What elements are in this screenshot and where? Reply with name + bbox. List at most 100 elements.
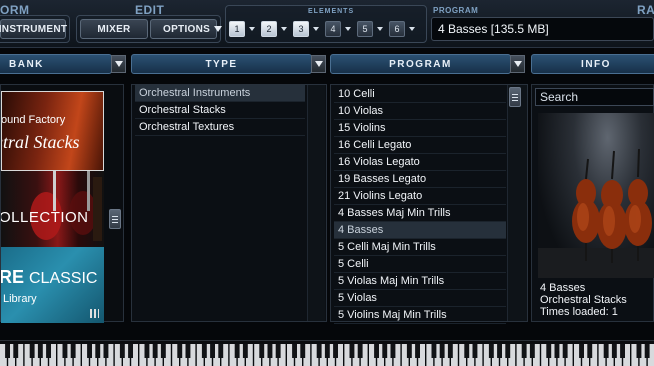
black-key — [529, 344, 535, 358]
program-list: 10 Celli 10 Violas 15 Violins 16 Celli Lega… — [334, 86, 506, 324]
black-key — [579, 344, 584, 358]
program-list-item[interactable]: 5 Violas — [334, 290, 506, 307]
bank-tile-title: OLLECTION — [1, 209, 89, 226]
program-list-item[interactable]: 5 Celli Maj Min Trills — [334, 239, 506, 256]
program-list-item[interactable]: 21 Violins Legato — [334, 188, 506, 205]
black-key — [185, 344, 191, 358]
options-button[interactable]: OPTIONS — [150, 19, 223, 39]
black-key — [234, 344, 240, 358]
type-list-item[interactable]: Orchestral Stacks — [135, 102, 305, 119]
black-key — [218, 344, 224, 358]
type-scrollbar-track[interactable] — [307, 85, 325, 321]
black-key — [87, 344, 92, 358]
program-list-item[interactable]: 4 Basses Maj Min Trills — [334, 205, 506, 222]
program-list-item[interactable]: 5 Celli — [334, 256, 506, 273]
black-key — [620, 344, 625, 358]
element-button-3[interactable]: 3 — [293, 21, 309, 37]
black-key — [46, 344, 51, 358]
black-key — [103, 344, 109, 358]
program-list-item[interactable]: 16 Violas Legato — [334, 154, 506, 171]
element-button-6[interactable]: 6 — [389, 21, 405, 37]
bank-tile-orchestral-stacks[interactable]: ound Factory stral Stacks — [1, 91, 104, 171]
type-dropdown-button[interactable] — [311, 55, 326, 73]
bank-tile-subtitle: stral Stacks — [1, 132, 80, 152]
options-label: OPTIONS — [163, 23, 211, 35]
element-button-5[interactable]: 5 — [357, 21, 373, 37]
program-list-item[interactable]: 15 Violins — [334, 120, 506, 137]
black-key — [152, 344, 158, 358]
black-key — [324, 344, 330, 358]
black-key — [201, 344, 207, 358]
piano-keys-icon[interactable] — [0, 341, 654, 366]
info-program-name: 4 Basses — [540, 282, 586, 294]
type-list-item[interactable]: Orchestral Textures — [135, 119, 305, 136]
element-dropdown-arrow-icon[interactable] — [345, 27, 351, 31]
program-group-label: PROGRAM — [433, 6, 479, 15]
keyboard-strip[interactable] — [0, 340, 654, 366]
black-key — [210, 344, 215, 358]
element-dropdown-arrow-icon[interactable] — [249, 27, 255, 31]
chevron-down-icon — [513, 61, 522, 67]
element-dropdown-arrow-icon[interactable] — [377, 27, 383, 31]
program-list-item[interactable]: 5 Violas Maj Min Trills — [334, 273, 506, 290]
black-key — [70, 344, 76, 358]
program-list-item[interactable]: 19 Basses Legato — [334, 171, 506, 188]
black-key — [300, 344, 306, 358]
program-display[interactable]: 4 Basses [135.5 MB] — [431, 17, 654, 41]
program-dropdown-button[interactable] — [510, 55, 525, 73]
info-column-header: INFO — [531, 54, 654, 74]
black-key — [292, 344, 297, 358]
program-scrollbar-track[interactable] — [507, 85, 527, 321]
instrument-button[interactable]: INSTRUMENT — [0, 19, 67, 39]
black-key — [472, 344, 478, 358]
info-program-category: Orchestral Stacks — [540, 294, 627, 306]
black-key — [13, 344, 19, 358]
bank-scrollbar-thumb[interactable] — [109, 209, 121, 229]
black-key — [357, 344, 363, 358]
mixer-button[interactable]: MIXER — [80, 19, 148, 39]
program-list-item[interactable]: 5 Violins Maj Min Trills — [334, 307, 506, 324]
black-key — [464, 344, 470, 358]
black-key — [95, 344, 101, 358]
type-column-header: TYPE — [131, 54, 312, 74]
search-input[interactable]: Search — [535, 88, 654, 106]
grid-icon — [90, 309, 99, 318]
element-button-1[interactable]: 1 — [229, 21, 245, 37]
black-key — [128, 344, 133, 358]
element-dropdown-arrow-icon[interactable] — [313, 27, 319, 31]
black-key — [177, 344, 183, 358]
bank-dropdown-button[interactable] — [111, 55, 126, 73]
element-button-2[interactable]: 2 — [261, 21, 277, 37]
element-dropdown-arrow-icon[interactable] — [409, 27, 415, 31]
program-panel: 10 Celli 10 Violas 15 Violins 16 Celli Lega… — [330, 84, 528, 324]
type-list: Orchestral Instruments Orchestral Stacks O… — [135, 85, 305, 136]
elements-group-label: ELEMENTS — [308, 8, 355, 15]
element-dropdown-arrow-icon[interactable] — [281, 27, 287, 31]
program-scrollbar-thumb[interactable] — [509, 87, 521, 107]
program-list-item[interactable]: 10 Celli — [334, 86, 506, 103]
program-list-item[interactable]: 16 Celli Legato — [334, 137, 506, 154]
element-button-4[interactable]: 4 — [325, 21, 341, 37]
black-key — [275, 344, 281, 358]
black-key — [267, 344, 273, 358]
black-key — [636, 344, 642, 358]
black-key — [488, 344, 494, 358]
bank-tile-title-suffix: CLASSIC — [29, 270, 98, 287]
bank-tile-title: RE — [1, 267, 25, 287]
program-list-item[interactable]: 10 Violas — [334, 103, 506, 120]
type-list-item[interactable]: Orchestral Instruments — [135, 85, 305, 102]
black-key — [415, 344, 420, 358]
info-times-loaded: Times loaded: 1 — [540, 306, 618, 318]
top-toolbar: ORM INSTRUMENT EDIT MIXER OPTIONS ELEMEN… — [0, 0, 654, 48]
options-arrow-icon — [214, 26, 223, 32]
program-list-item[interactable]: 4 Basses — [334, 222, 506, 239]
black-key — [439, 344, 445, 358]
black-key — [554, 344, 560, 358]
black-key — [242, 344, 248, 358]
bank-tile-classic[interactable]: RE CLASSIC Library — [1, 247, 104, 323]
black-key — [349, 344, 355, 358]
ra-group-label: RA — [637, 3, 654, 17]
black-key — [562, 344, 568, 358]
bank-tile-collection[interactable]: OLLECTION — [1, 171, 104, 247]
black-key — [546, 344, 552, 358]
